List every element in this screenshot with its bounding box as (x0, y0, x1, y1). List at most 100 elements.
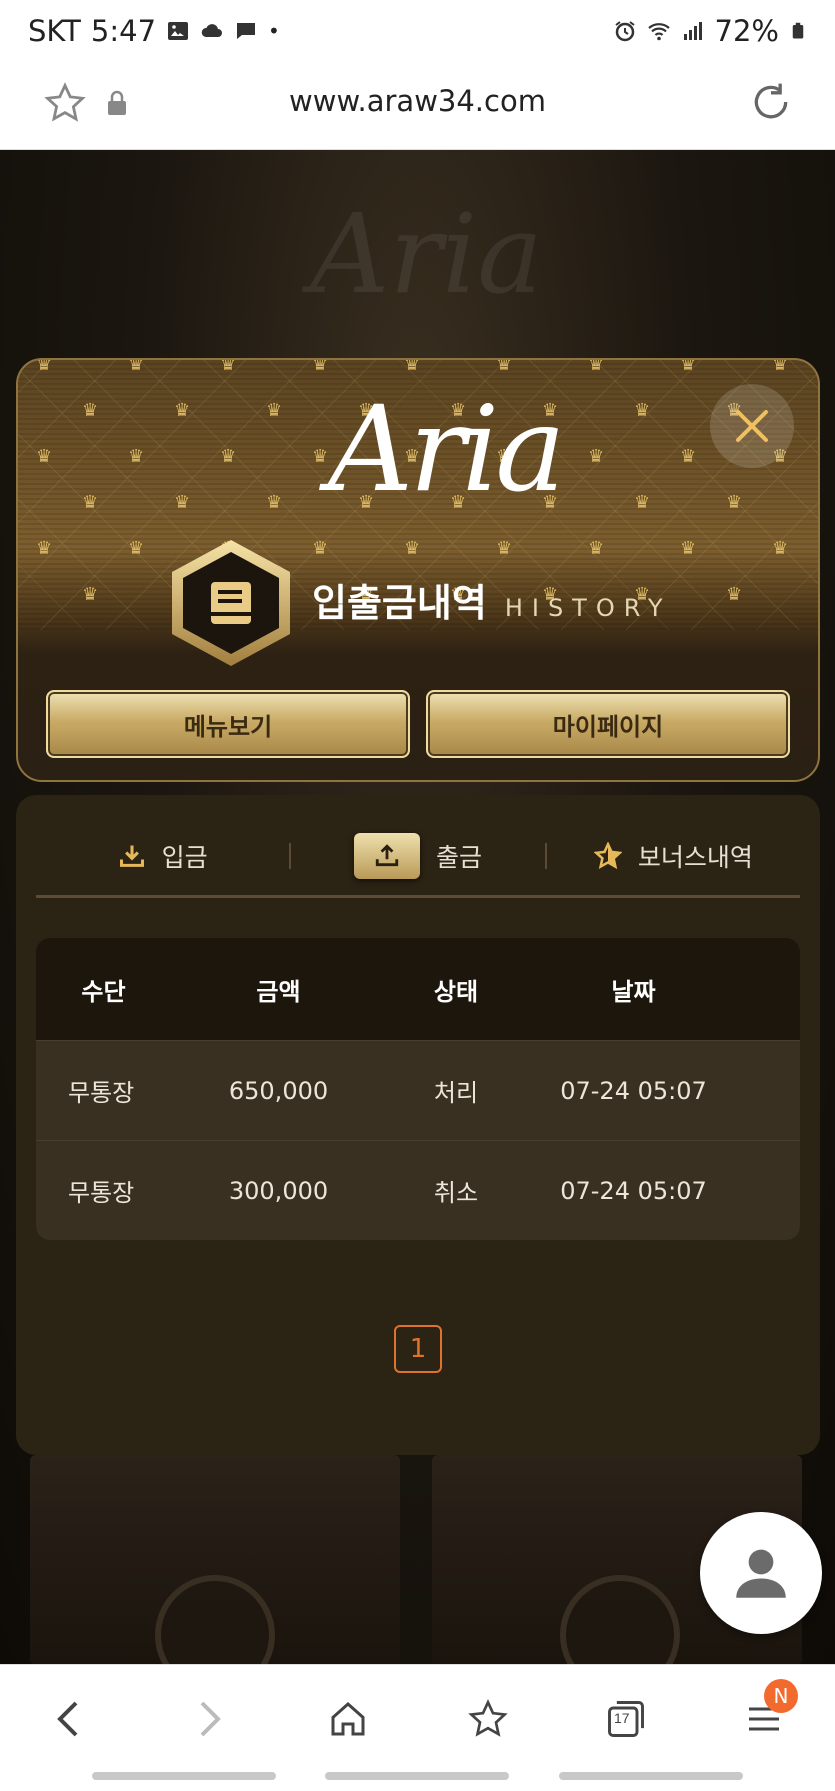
book-hexagon-icon (172, 540, 290, 666)
browser-address-bar: www.araw34.com (0, 62, 835, 150)
wifi-icon (647, 23, 670, 41)
tab-label: 입금 (161, 843, 208, 872)
crown-icon: ♛ (266, 492, 283, 513)
modal-title: 입출금내역 HISTORY (312, 572, 672, 627)
crown-icon: ♛ (36, 358, 53, 375)
gesture-bar (325, 1772, 509, 1780)
header-amount: 금액 (256, 977, 301, 1006)
title-english: HISTORY (504, 594, 672, 622)
chat-icon (237, 23, 256, 39)
tab-label: 보너스내역 (637, 843, 753, 872)
cell-date: 07-24 05:07 (560, 1076, 707, 1105)
gesture-bar (92, 1772, 276, 1780)
table-row: 무통장 650,000 처리 07-24 05:07 (36, 1040, 800, 1140)
notification-badge: N (764, 1679, 798, 1713)
aria-logo: Aria (328, 380, 566, 518)
tab-bonus-history[interactable]: 보너스내역 (547, 838, 800, 874)
crown-icon: ♛ (312, 358, 329, 375)
cell-amount: 650,000 (228, 1076, 329, 1105)
header-status: 상태 (433, 977, 479, 1006)
menu-view-button[interactable]: 메뉴보기 (46, 690, 410, 758)
forward-arrow-icon (200, 1701, 221, 1737)
bookmarks-button[interactable] (458, 1689, 518, 1749)
crown-icon: ♛ (772, 358, 789, 375)
battery-percent: 72% (714, 14, 779, 48)
star-icon (593, 842, 622, 870)
cell-method: 무통장 (68, 1079, 135, 1107)
tab-active-icon-box (353, 833, 420, 879)
menu-button[interactable]: N (734, 1679, 798, 1749)
crown-icon: ♛ (220, 358, 237, 375)
close-button[interactable] (710, 384, 794, 468)
crown-icon: ♛ (404, 538, 421, 559)
crown-icon: ♛ (588, 446, 605, 467)
signal-icon (683, 22, 702, 40)
crown-icon: ♛ (680, 446, 697, 467)
crown-icon: ♛ (588, 538, 605, 559)
reload-icon[interactable] (749, 80, 793, 124)
header-method: 수단 (81, 977, 126, 1006)
profile-button[interactable] (700, 1512, 822, 1634)
carrier: SKT (28, 14, 81, 48)
status-right: 72% (613, 14, 807, 48)
table-row: 무통장 300,000 취소 07-24 05:07 (36, 1140, 800, 1240)
crown-icon: ♛ (588, 358, 605, 375)
url-text[interactable]: www.araw34.com (0, 84, 835, 118)
tabs-button[interactable]: 17 (596, 1689, 656, 1749)
crown-icon: ♛ (174, 492, 191, 513)
gesture-bar (559, 1772, 743, 1780)
header-date: 날짜 (611, 977, 656, 1006)
crown-icon: ♛ (404, 358, 421, 375)
clock: 5:47 (90, 14, 157, 48)
crown-icon: ♛ (496, 538, 513, 559)
image-icon (168, 22, 189, 40)
status-left: SKT 5:47 • (28, 14, 280, 48)
crown-icon: ♛ (312, 446, 329, 467)
crown-icon: ♛ (266, 400, 283, 421)
crown-icon: ♛ (82, 584, 99, 605)
crown-icon: ♛ (496, 358, 513, 375)
cell-amount: 300,000 (228, 1176, 329, 1205)
cloud-icon (201, 24, 223, 37)
battery-icon (792, 22, 804, 39)
person-icon (736, 1549, 786, 1598)
upload-icon (375, 844, 399, 867)
tab-label: 출금 (435, 843, 482, 872)
pagination-page-1[interactable]: 1 (394, 1325, 442, 1373)
home-button[interactable] (318, 1689, 378, 1749)
close-icon (736, 410, 768, 442)
history-table: 수단 금액 상태 날짜 무통장 650,000 처리 07-24 05:07 무… (36, 938, 800, 1240)
crown-icon: ♛ (220, 446, 237, 467)
background-logo: Aria (310, 190, 543, 318)
tab-deposit[interactable]: 입금 (36, 838, 289, 874)
back-button[interactable] (38, 1689, 98, 1749)
crown-icon: ♛ (128, 538, 145, 559)
crown-icon: ♛ (36, 446, 53, 467)
crown-icon: ♛ (36, 538, 53, 559)
crown-icon: ♛ (128, 446, 145, 467)
mypage-button[interactable]: 마이페이지 (426, 690, 790, 758)
crown-icon: ♛ (634, 400, 651, 421)
cell-date: 07-24 05:07 (560, 1176, 707, 1205)
table-header: 수단 금액 상태 날짜 (36, 938, 800, 1040)
crown-icon: ♛ (680, 538, 697, 559)
cell-status: 취소 (433, 1179, 479, 1207)
tab-underline (36, 895, 800, 898)
forward-button[interactable] (180, 1689, 240, 1749)
bookmarks-star-icon (468, 1699, 508, 1737)
history-modal-body: 입금 출금 보너스내역 수단 금액 상태 날짜 무통장 650,000 처리 0… (16, 795, 820, 1455)
alarm-icon (614, 21, 635, 42)
home-icon (331, 1701, 365, 1736)
tabs-count: 17 (614, 1710, 630, 1726)
crown-icon: ♛ (680, 358, 697, 375)
crown-icon: ♛ (726, 492, 743, 513)
crown-icon: ♛ (82, 400, 99, 421)
tab-withdraw[interactable]: 출금 (291, 833, 544, 879)
crown-icon: ♛ (818, 584, 820, 605)
status-dot: • (268, 19, 280, 43)
crown-icon: ♛ (312, 538, 329, 559)
back-arrow-icon (57, 1701, 78, 1737)
crown-icon: ♛ (772, 538, 789, 559)
history-tabs: 입금 출금 보너스내역 (36, 823, 800, 889)
crown-icon: ♛ (634, 492, 651, 513)
